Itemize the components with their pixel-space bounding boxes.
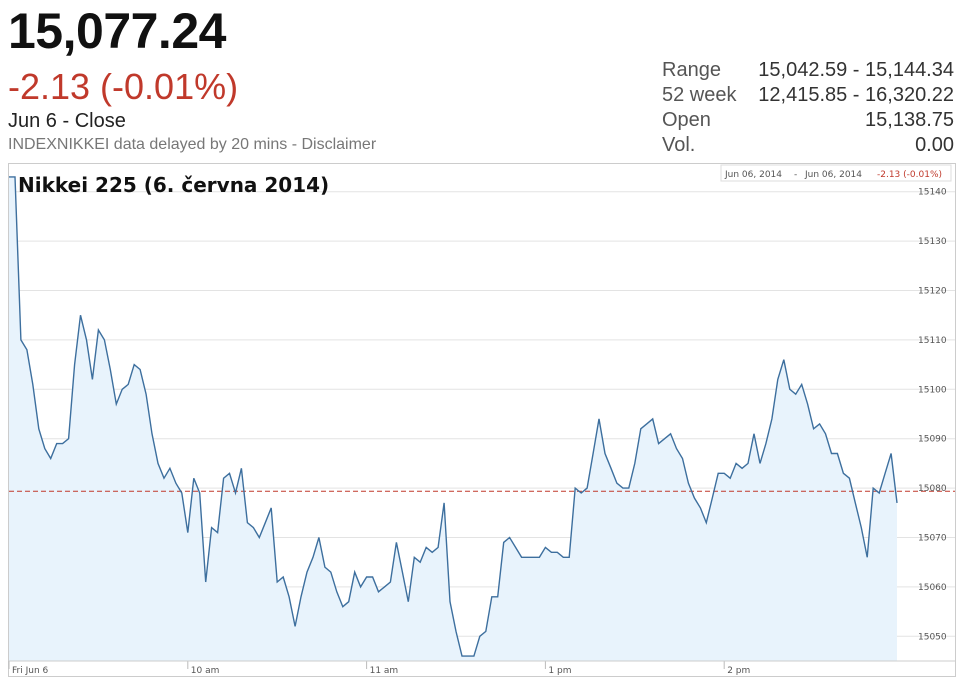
price-change: -2.13 (-0.01%): [8, 66, 239, 107]
stat-row-range: Range 15,042.59 - 15,144.34: [662, 58, 954, 83]
y-tick-label: 15110: [918, 336, 947, 346]
date-status: Jun 6 - Close: [8, 110, 126, 132]
y-tick-label: 15100: [918, 385, 947, 395]
price-chart-svg[interactable]: 15050 15060 15070 15080 15090 15100 15110 15120…: [8, 163, 956, 677]
y-tick-label: 15070: [918, 534, 947, 544]
stat-label: Open: [662, 109, 711, 131]
stats-panel: Range 15,042.59 - 15,144.34 52 week 12,4…: [662, 58, 954, 158]
legend-from-date: Jun 06, 2014: [724, 170, 782, 180]
y-tick-label: 15120: [918, 287, 947, 297]
delay-disclaimer[interactable]: INDEXNIKKEI data delayed by 20 mins - Di…: [8, 136, 376, 154]
y-tick-label: 15140: [918, 188, 947, 198]
stat-value: 15,138.75: [865, 109, 954, 131]
stat-value: 15,042.59 - 15,144.34: [758, 59, 954, 81]
stat-value: 0.00: [915, 134, 954, 156]
price-chart[interactable]: 15050 15060 15070 15080 15090 15100 15110 15120…: [8, 163, 956, 677]
y-tick-label: 15090: [918, 435, 947, 445]
y-tick-label: 15050: [918, 632, 947, 642]
legend-to-date: Jun 06, 2014: [804, 170, 862, 180]
y-tick-label: 15130: [918, 237, 947, 247]
y-tick-label: 15060: [918, 583, 947, 593]
y-tick-label: 15080: [918, 484, 947, 494]
x-tick-label: Fri Jun 6: [12, 666, 49, 676]
current-price: 15,077.24: [8, 3, 226, 59]
x-tick-label: 2 pm: [727, 666, 750, 676]
legend-separator: -: [794, 170, 797, 180]
x-tick-label: 1 pm: [548, 666, 571, 676]
stat-label: Range: [662, 59, 721, 81]
stat-value: 12,415.85 - 16,320.22: [758, 84, 954, 106]
stat-row-52-week: 52 week 12,415.85 - 16,320.22: [662, 83, 954, 108]
stat-label: 52 week: [662, 84, 737, 106]
legend-change: -2.13 (-0.01%): [877, 170, 942, 180]
stat-row-volume: Vol. 0.00: [662, 133, 954, 158]
chart-title: Nikkei 225 (6. června 2014): [18, 173, 329, 197]
x-tick-label: 10 am: [191, 666, 220, 676]
stat-label: Vol.: [662, 134, 696, 156]
date-range-legend: Jun 06, 2014 - Jun 06, 2014 -2.13 (-0.01…: [720, 164, 952, 182]
stat-row-open: Open 15,138.75: [662, 108, 954, 133]
x-tick-label: 11 am: [370, 666, 399, 676]
